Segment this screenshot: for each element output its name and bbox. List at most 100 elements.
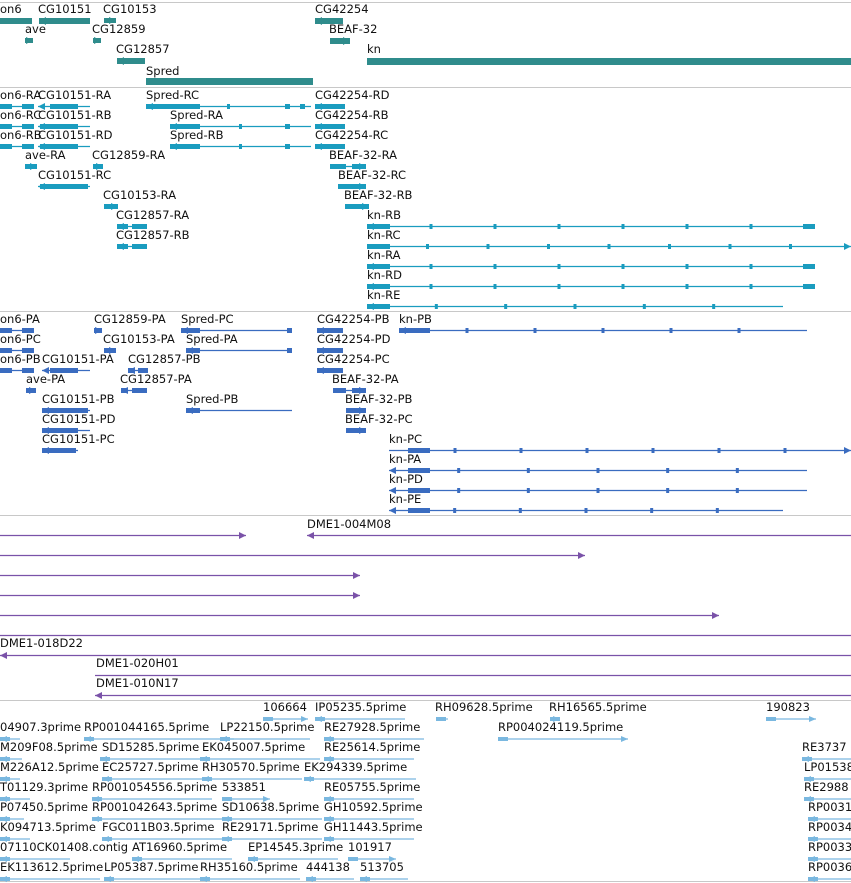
feature[interactable]: IP05235.5prime bbox=[315, 700, 406, 722]
feature[interactable]: CG42254-RC bbox=[315, 128, 388, 150]
feature[interactable]: kn bbox=[367, 42, 851, 65]
feature[interactable]: CG10151-PA bbox=[42, 352, 114, 374]
feature[interactable]: CG10151-RC bbox=[38, 168, 111, 190]
feature[interactable]: on6-PB bbox=[0, 352, 41, 373]
feature[interactable]: P07450.5prime bbox=[0, 800, 88, 822]
feature[interactable]: CG12859-PA bbox=[94, 312, 166, 334]
feature[interactable]: T01129.3prime bbox=[0, 780, 88, 802]
feature[interactable]: RH16565.5prime bbox=[549, 700, 647, 722]
feature[interactable]: BEAF-32-PC bbox=[345, 412, 413, 434]
feature[interactable]: RH09628.5prime bbox=[435, 700, 533, 721]
feature[interactable]: kn-PC bbox=[389, 432, 851, 454]
feature[interactable]: CG12857 bbox=[116, 42, 170, 65]
feature[interactable]: CG42254-PB bbox=[317, 312, 390, 334]
feature[interactable]: CG12857-PA bbox=[120, 372, 192, 394]
feature[interactable]: DME1-010N17 bbox=[95, 676, 851, 699]
feature[interactable]: GH11443.5prime bbox=[324, 820, 423, 842]
feature[interactable] bbox=[0, 552, 585, 559]
feature[interactable]: CG12857-RA bbox=[116, 208, 189, 230]
feature[interactable]: CG10151 bbox=[38, 2, 92, 25]
feature[interactable]: on6-PC bbox=[0, 332, 41, 353]
feature[interactable]: CG10151-RD bbox=[38, 128, 113, 150]
feature[interactable]: BEAF-32-RB bbox=[344, 188, 413, 210]
feature[interactable]: CG10151-PB bbox=[42, 392, 115, 414]
feature[interactable]: kn-RC bbox=[367, 228, 851, 250]
feature[interactable]: kn-RE bbox=[367, 288, 783, 310]
feature[interactable]: CG12859 bbox=[92, 22, 146, 44]
feature[interactable]: RE29171.5prime bbox=[222, 820, 322, 842]
feature[interactable]: EK045007.5prime bbox=[200, 740, 320, 762]
feature[interactable]: RP001042643.5prime bbox=[92, 800, 222, 822]
feature[interactable]: kn-RA bbox=[367, 248, 815, 270]
feature[interactable]: Spred-PA bbox=[186, 332, 292, 354]
feature[interactable]: 07110CK01408.contig bbox=[0, 840, 128, 862]
feature[interactable]: CG10151-RB bbox=[38, 108, 112, 130]
feature[interactable]: kn-RD bbox=[367, 268, 815, 290]
feature[interactable]: on6-RC bbox=[0, 108, 41, 129]
feature[interactable]: 444138 bbox=[306, 860, 354, 882]
feature[interactable]: Spred-RC bbox=[146, 88, 311, 110]
feature[interactable]: EK294339.5prime bbox=[304, 760, 416, 782]
feature[interactable]: BEAF-32-RC bbox=[338, 168, 406, 190]
feature[interactable]: RH30570.5prime bbox=[202, 760, 302, 782]
feature[interactable]: DME1-020H01 bbox=[95, 656, 851, 677]
feature[interactable]: CG10153-PA bbox=[103, 332, 175, 354]
feature[interactable]: on6-RB bbox=[0, 128, 42, 149]
feature[interactable]: CG10151-RA bbox=[38, 88, 111, 110]
feature[interactable]: CG10153 bbox=[103, 2, 157, 24]
feature[interactable]: LP01538 bbox=[804, 760, 851, 782]
feature[interactable]: EP14545.3prime bbox=[248, 840, 343, 862]
feature[interactable]: CG10151-PD bbox=[42, 412, 116, 434]
feature[interactable]: RP004024119.5prime bbox=[498, 720, 628, 742]
feature[interactable]: SD15285.5prime bbox=[100, 740, 200, 762]
feature[interactable]: CG12857-PB bbox=[128, 352, 201, 374]
feature[interactable]: on6-RA bbox=[0, 88, 41, 109]
feature[interactable]: kn-PE bbox=[389, 492, 783, 514]
feature[interactable]: RE25614.5prime bbox=[324, 740, 420, 762]
feature[interactable]: kn-PB bbox=[399, 312, 807, 334]
feature[interactable]: Spred-PC bbox=[181, 312, 292, 334]
feature[interactable] bbox=[0, 572, 360, 579]
feature[interactable]: CG42254-PC bbox=[317, 352, 390, 374]
feature[interactable]: FGC011B03.5prime bbox=[102, 820, 222, 842]
feature[interactable]: RE3737 bbox=[802, 740, 851, 762]
feature[interactable]: RP0034 bbox=[808, 820, 851, 842]
feature[interactable]: LP05387.5prime bbox=[104, 860, 200, 882]
feature[interactable]: CG12859-RA bbox=[92, 148, 165, 170]
feature[interactable]: Spred-PB bbox=[186, 392, 292, 414]
feature[interactable]: 101917 bbox=[348, 840, 396, 862]
feature[interactable]: EC25727.5prime bbox=[102, 760, 202, 782]
feature[interactable]: M226A12.5prime bbox=[0, 760, 99, 782]
feature[interactable]: RP0033 bbox=[808, 840, 851, 862]
feature[interactable]: CG12857-RB bbox=[116, 228, 190, 250]
feature[interactable]: DME1-004M08 bbox=[307, 517, 851, 539]
feature[interactable]: CG42254-RD bbox=[315, 88, 390, 110]
feature[interactable]: Spred bbox=[146, 64, 313, 85]
feature[interactable]: Spred-RB bbox=[170, 128, 311, 150]
feature[interactable]: BEAF-32-RA bbox=[329, 148, 397, 170]
feature[interactable]: RE05755.5prime bbox=[324, 780, 420, 802]
feature[interactable]: SD10638.5prime bbox=[222, 800, 322, 822]
feature[interactable] bbox=[0, 612, 719, 619]
feature[interactable]: RP001044165.5prime bbox=[84, 720, 234, 742]
feature[interactable]: ave bbox=[25, 22, 46, 44]
feature[interactable]: M209F08.5prime bbox=[0, 740, 98, 762]
feature[interactable]: Spred-RA bbox=[170, 108, 311, 130]
feature[interactable]: K094713.5prime bbox=[0, 820, 96, 842]
feature[interactable] bbox=[0, 532, 246, 539]
feature[interactable]: RP001054556.5prime bbox=[92, 780, 217, 802]
feature[interactable]: RP0031 bbox=[808, 800, 851, 822]
feature[interactable]: CG10151-PC bbox=[42, 432, 115, 454]
feature[interactable]: CG42254-RB bbox=[315, 108, 389, 130]
feature[interactable]: 513705 bbox=[360, 860, 408, 882]
feature[interactable]: ave-RA bbox=[25, 148, 66, 170]
feature[interactable]: CG42254-PD bbox=[317, 332, 391, 354]
feature[interactable]: on6 bbox=[0, 2, 32, 24]
feature[interactable]: kn-RB bbox=[367, 208, 815, 230]
feature[interactable]: RH35160.5prime bbox=[200, 860, 300, 882]
feature[interactable]: EK113612.5prime bbox=[0, 860, 103, 882]
feature[interactable]: ave-PA bbox=[26, 372, 65, 394]
feature[interactable]: RE2988 bbox=[804, 780, 851, 802]
feature[interactable]: BEAF-32-PB bbox=[345, 392, 413, 414]
feature[interactable]: GH10592.5prime bbox=[324, 800, 423, 822]
